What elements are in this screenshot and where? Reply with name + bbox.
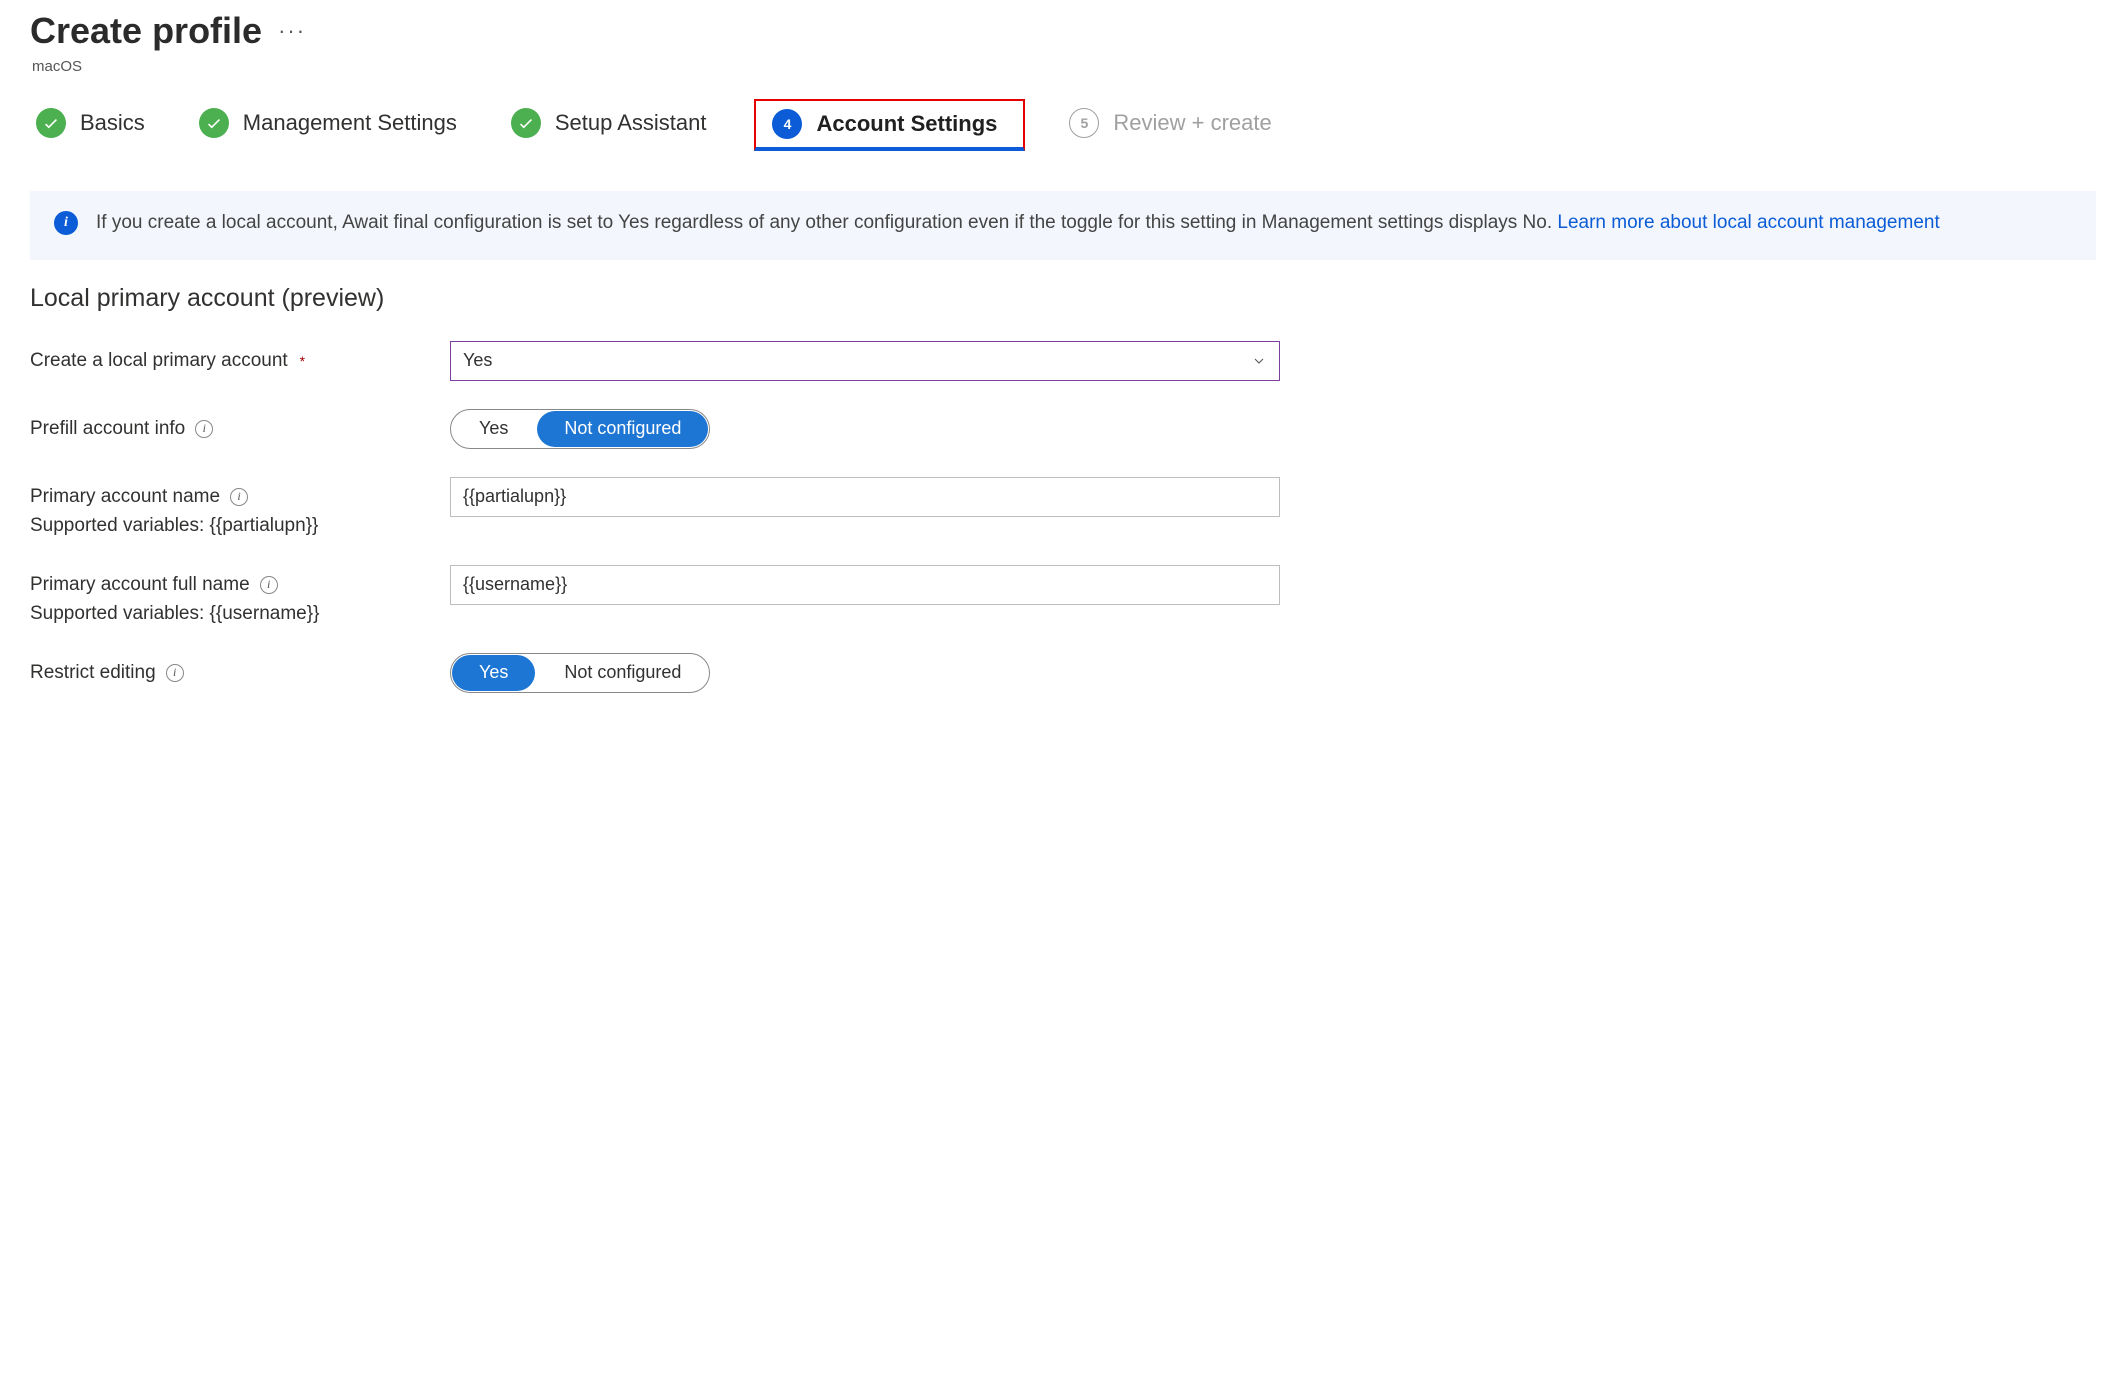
account-name-input[interactable] [450,477,1280,517]
full-name-label: Primary account full name [30,574,250,596]
prefill-toggle[interactable]: Yes Not configured [450,409,710,449]
wizard-steps: Basics Management Settings Setup Assista… [30,99,2096,151]
tooltip-icon[interactable]: i [230,488,248,506]
step-label: Setup Assistant [555,110,707,136]
prefill-label: Prefill account info [30,418,185,440]
prefill-option-not-configured[interactable]: Not configured [537,411,708,447]
account-name-label: Primary account name [30,486,220,508]
step-number-badge: 4 [772,109,802,139]
required-marker: * [300,353,305,369]
step-setup-assistant[interactable]: Setup Assistant [505,102,717,148]
section-heading: Local primary account (preview) [30,284,2096,313]
step-review-create[interactable]: 5 Review + create [1063,102,1281,148]
info-icon: i [54,211,78,235]
info-banner: i If you create a local account, Await f… [30,191,2096,260]
check-icon [199,108,229,138]
step-account-settings[interactable]: 4 Account Settings [754,99,1025,151]
tooltip-icon[interactable]: i [260,576,278,594]
restrict-toggle[interactable]: Yes Not configured [450,653,710,693]
info-banner-link[interactable]: Learn more about local account managemen… [1557,212,1939,233]
account-name-helper: Supported variables: {{partialupn}} [30,515,318,536]
page-title: Create profile [30,10,262,52]
prefill-option-yes[interactable]: Yes [451,410,536,448]
page-subtitle: macOS [32,58,2096,75]
restrict-label: Restrict editing [30,662,156,684]
chevron-down-icon [1251,353,1267,369]
create-account-select-value: Yes [463,350,492,371]
step-number-badge: 5 [1069,108,1099,138]
step-label: Basics [80,110,145,136]
page-actions-ellipsis[interactable]: ··· [278,18,306,52]
restrict-option-yes[interactable]: Yes [452,655,535,691]
tooltip-icon[interactable]: i [195,420,213,438]
full-name-helper: Supported variables: {{username}} [30,603,319,624]
create-account-select[interactable]: Yes [450,341,1280,381]
create-account-label: Create a local primary account [30,350,288,372]
info-banner-text-body: If you create a local account, Await fin… [96,212,1557,233]
check-icon [36,108,66,138]
step-management-settings[interactable]: Management Settings [193,102,467,148]
check-icon [511,108,541,138]
step-label: Review + create [1113,110,1271,136]
step-label: Management Settings [243,110,457,136]
step-label: Account Settings [816,111,997,137]
full-name-input[interactable] [450,565,1280,605]
restrict-option-not-configured[interactable]: Not configured [536,654,709,692]
step-basics[interactable]: Basics [30,102,155,148]
info-banner-text: If you create a local account, Await fin… [96,209,1940,238]
tooltip-icon[interactable]: i [166,664,184,682]
